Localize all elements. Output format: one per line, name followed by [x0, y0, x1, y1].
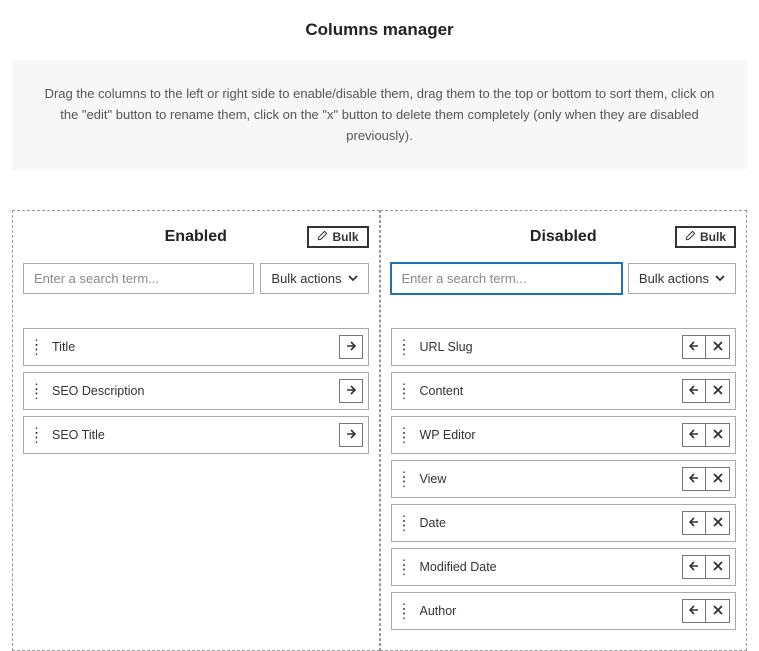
- drag-handle-icon[interactable]: ⋮⋮: [392, 593, 418, 629]
- disabled-panel: Disabled Bulk Bulk actions ⋮⋮ URL Slug: [380, 210, 748, 651]
- x-icon: [713, 516, 723, 530]
- bulk-actions-label: Bulk actions: [639, 271, 709, 286]
- item-actions: [677, 329, 735, 365]
- disabled-search-row: Bulk actions: [391, 263, 737, 294]
- drag-handle-icon[interactable]: ⋮⋮: [392, 505, 418, 541]
- disabled-item[interactable]: ⋮⋮ View: [391, 460, 737, 498]
- item-actions: [334, 417, 368, 453]
- move-left-button[interactable]: [682, 555, 706, 579]
- enabled-panel-title: Enabled: [165, 228, 227, 246]
- arrow-right-icon: [346, 384, 356, 398]
- arrow-left-icon: [689, 384, 699, 398]
- x-icon: [713, 428, 723, 442]
- disabled-panel-header: Disabled Bulk: [391, 219, 737, 255]
- disabled-bulk-button[interactable]: Bulk: [675, 226, 736, 248]
- item-actions: [334, 329, 368, 365]
- item-label: SEO Description: [50, 373, 334, 409]
- x-icon: [713, 384, 723, 398]
- disabled-search-input[interactable]: [391, 263, 622, 294]
- item-actions: [677, 593, 735, 629]
- disabled-item[interactable]: ⋮⋮ Date: [391, 504, 737, 542]
- move-right-button[interactable]: [339, 423, 363, 447]
- delete-button[interactable]: [706, 379, 730, 403]
- delete-button[interactable]: [706, 599, 730, 623]
- chevron-down-icon: [348, 271, 358, 286]
- drag-handle-icon[interactable]: ⋮⋮: [24, 417, 50, 453]
- arrow-left-icon: [689, 560, 699, 574]
- enabled-item[interactable]: ⋮⋮ SEO Description: [23, 372, 369, 410]
- drag-handle-icon[interactable]: ⋮⋮: [24, 373, 50, 409]
- pencil-icon: [685, 230, 696, 244]
- disabled-bulk-actions[interactable]: Bulk actions: [628, 263, 736, 294]
- disabled-item[interactable]: ⋮⋮ Author: [391, 592, 737, 630]
- enabled-item[interactable]: ⋮⋮ Title: [23, 328, 369, 366]
- move-right-button[interactable]: [339, 379, 363, 403]
- bulk-button-label: Bulk: [700, 230, 726, 244]
- columns-wrap: Enabled Bulk Bulk actions ⋮⋮ Title: [12, 210, 747, 651]
- chevron-down-icon: [715, 271, 725, 286]
- x-icon: [713, 340, 723, 354]
- item-actions: [677, 417, 735, 453]
- enabled-panel: Enabled Bulk Bulk actions ⋮⋮ Title: [12, 210, 380, 651]
- item-label: URL Slug: [418, 329, 678, 365]
- item-label: Content: [418, 373, 678, 409]
- item-actions: [334, 373, 368, 409]
- arrow-left-icon: [689, 428, 699, 442]
- drag-handle-icon[interactable]: ⋮⋮: [24, 329, 50, 365]
- arrow-right-icon: [346, 340, 356, 354]
- move-right-button[interactable]: [339, 335, 363, 359]
- move-left-button[interactable]: [682, 511, 706, 535]
- arrow-left-icon: [689, 472, 699, 486]
- x-icon: [713, 560, 723, 574]
- arrow-left-icon: [689, 340, 699, 354]
- enabled-panel-header: Enabled Bulk: [23, 219, 369, 255]
- bulk-button-label: Bulk: [332, 230, 358, 244]
- item-label: Date: [418, 505, 678, 541]
- page-title: Columns manager: [0, 0, 759, 60]
- move-left-button[interactable]: [682, 423, 706, 447]
- arrow-left-icon: [689, 604, 699, 618]
- item-label: View: [418, 461, 678, 497]
- enabled-item[interactable]: ⋮⋮ SEO Title: [23, 416, 369, 454]
- drag-handle-icon[interactable]: ⋮⋮: [392, 373, 418, 409]
- x-icon: [713, 604, 723, 618]
- delete-button[interactable]: [706, 423, 730, 447]
- item-label: WP Editor: [418, 417, 678, 453]
- item-label: Author: [418, 593, 678, 629]
- item-actions: [677, 461, 735, 497]
- drag-handle-icon[interactable]: ⋮⋮: [392, 417, 418, 453]
- arrow-left-icon: [689, 516, 699, 530]
- enabled-search-row: Bulk actions: [23, 263, 369, 294]
- item-actions: [677, 373, 735, 409]
- move-left-button[interactable]: [682, 335, 706, 359]
- pencil-icon: [317, 230, 328, 244]
- disabled-item[interactable]: ⋮⋮ Content: [391, 372, 737, 410]
- item-label: Modified Date: [418, 549, 678, 585]
- move-left-button[interactable]: [682, 467, 706, 491]
- bulk-actions-label: Bulk actions: [271, 271, 341, 286]
- arrow-right-icon: [346, 428, 356, 442]
- delete-button[interactable]: [706, 335, 730, 359]
- delete-button[interactable]: [706, 511, 730, 535]
- x-icon: [713, 472, 723, 486]
- disabled-item[interactable]: ⋮⋮ WP Editor: [391, 416, 737, 454]
- disabled-panel-title: Disabled: [530, 228, 597, 246]
- move-left-button[interactable]: [682, 599, 706, 623]
- drag-handle-icon[interactable]: ⋮⋮: [392, 329, 418, 365]
- enabled-bulk-actions[interactable]: Bulk actions: [260, 263, 368, 294]
- disabled-item[interactable]: ⋮⋮ Modified Date: [391, 548, 737, 586]
- item-actions: [677, 505, 735, 541]
- item-label: SEO Title: [50, 417, 334, 453]
- move-left-button[interactable]: [682, 379, 706, 403]
- enabled-bulk-button[interactable]: Bulk: [307, 226, 368, 248]
- item-label: Title: [50, 329, 334, 365]
- disabled-item[interactable]: ⋮⋮ URL Slug: [391, 328, 737, 366]
- drag-handle-icon[interactable]: ⋮⋮: [392, 461, 418, 497]
- instructions-text: Drag the columns to the left or right si…: [12, 60, 747, 170]
- delete-button[interactable]: [706, 467, 730, 491]
- enabled-search-input[interactable]: [23, 263, 254, 294]
- delete-button[interactable]: [706, 555, 730, 579]
- item-actions: [677, 549, 735, 585]
- drag-handle-icon[interactable]: ⋮⋮: [392, 549, 418, 585]
